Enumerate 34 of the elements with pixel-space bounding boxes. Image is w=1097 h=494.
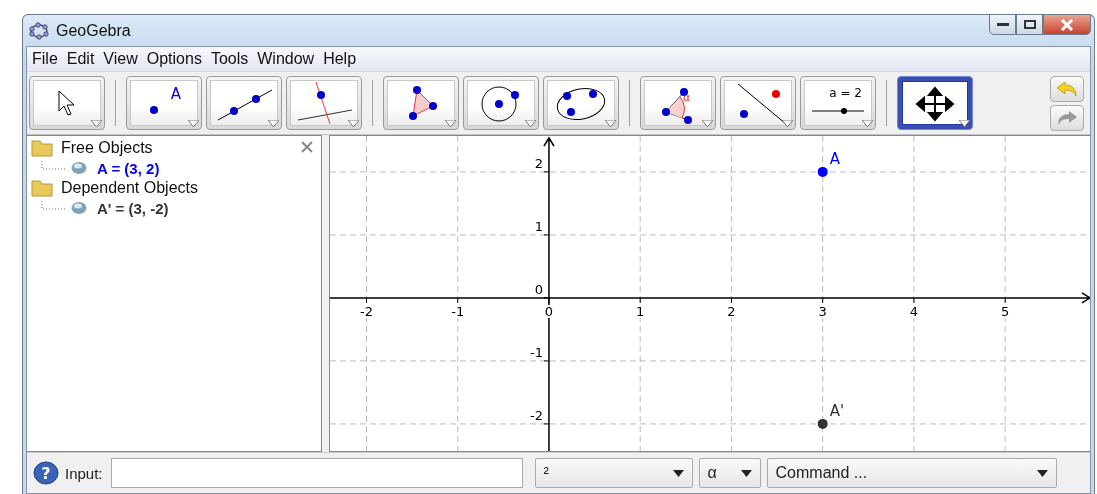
axis-label: -2 bbox=[530, 407, 543, 423]
axis-label: 2 bbox=[534, 155, 543, 171]
menu-item[interactable]: Help bbox=[320, 50, 360, 68]
point-label: A' bbox=[829, 401, 845, 420]
axis-label: -1 bbox=[530, 344, 543, 360]
axis-label: 3 bbox=[818, 303, 827, 319]
axis-label: 5 bbox=[1001, 303, 1010, 319]
menu-item[interactable]: View bbox=[100, 50, 141, 68]
folder-label: Free Objects bbox=[61, 139, 153, 157]
dropdown[interactable]: ² bbox=[534, 458, 693, 488]
tool-button[interactable]: α bbox=[640, 76, 716, 130]
menu-item[interactable]: File bbox=[29, 50, 61, 68]
axis-label: 1 bbox=[534, 218, 543, 234]
axis-label: 4 bbox=[909, 303, 919, 319]
object-label[interactable]: A = (3, 2) bbox=[97, 159, 160, 177]
help-icon[interactable]: ? bbox=[33, 461, 59, 485]
dropdown[interactable]: Command ... bbox=[766, 458, 1057, 488]
axis-label: 1 bbox=[636, 303, 645, 319]
axis-label: -1 bbox=[451, 303, 465, 319]
input-label: Input: bbox=[65, 464, 103, 482]
tool-button[interactable]: A bbox=[126, 76, 202, 130]
tool-button[interactable]: a = 2 bbox=[800, 76, 876, 130]
menu-item[interactable]: Edit bbox=[63, 50, 98, 68]
window-title: GeoGebra bbox=[56, 21, 131, 40]
dropdown[interactable]: α bbox=[698, 458, 761, 488]
folder-label: Dependent Objects bbox=[61, 179, 198, 197]
point-label: A bbox=[829, 149, 840, 168]
object-label[interactable]: A' = (3, -2) bbox=[97, 199, 169, 217]
axis-label: 2 bbox=[727, 303, 736, 319]
menu-item[interactable]: Options bbox=[143, 50, 205, 68]
axis-label: -2 bbox=[360, 303, 373, 319]
menu-item[interactable]: Tools bbox=[207, 50, 252, 68]
menu-item[interactable]: Window bbox=[254, 50, 318, 68]
axis-label: 0 bbox=[534, 281, 543, 297]
